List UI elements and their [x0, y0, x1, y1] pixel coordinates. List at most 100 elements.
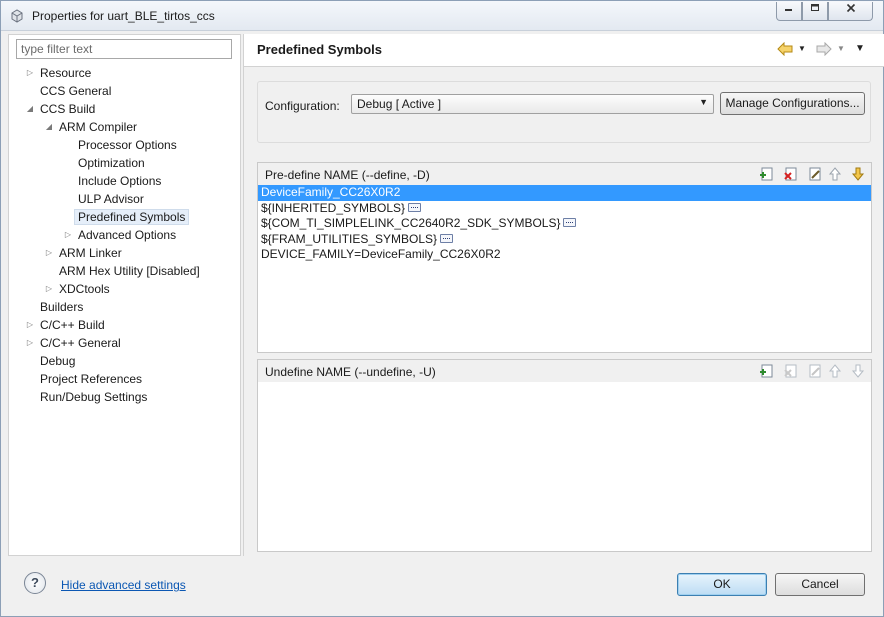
maximize-icon: [811, 4, 819, 11]
more-icon[interactable]: [563, 218, 577, 228]
add-icon[interactable]: [759, 166, 775, 182]
more-icon[interactable]: [440, 233, 454, 243]
tree-item-label: CCS General: [40, 84, 112, 98]
tree-item-arm-linker[interactable]: ▷ ARM Linker: [44, 244, 125, 262]
tree-item-predefined-symbols[interactable]: Predefined Symbols: [63, 208, 190, 226]
back-history-dropdown-icon[interactable]: ▼: [798, 44, 806, 53]
tree-item-optimization[interactable]: Optimization: [63, 154, 148, 172]
page-header: Predefined Symbols ▼ ▼ ▼: [244, 34, 884, 67]
tree-item-arm-hex-utility[interactable]: ARM Hex Utility [Disabled]: [44, 262, 203, 280]
configuration-select[interactable]: Debug [ Active ] ▼: [351, 94, 714, 114]
collapse-arrow-icon[interactable]: ◢: [25, 100, 35, 118]
tree-item-label: Resource: [40, 66, 92, 80]
navigation-pane: ▷ Resource CCS General ◢ CCS Build ◢ ARM…: [8, 34, 241, 556]
tree-item-advanced-options[interactable]: ▷ Advanced Options: [63, 226, 179, 244]
more-icon[interactable]: [408, 202, 422, 212]
undefine-title: Undefine NAME (--undefine, -U): [265, 365, 436, 379]
tree-item-label: Run/Debug Settings: [40, 390, 148, 404]
ok-button[interactable]: OK: [677, 573, 767, 596]
symbol-text: ${FRAM_UTILITIES_SYMBOLS}: [261, 231, 438, 246]
manage-configurations-button[interactable]: Manage Configurations...: [720, 92, 865, 115]
maximize-button[interactable]: [802, 2, 828, 21]
tree-item-processor-options[interactable]: Processor Options: [63, 136, 180, 154]
expand-arrow-icon[interactable]: ▷: [44, 244, 54, 262]
forward-arrow-icon[interactable]: [816, 42, 832, 56]
symbol-text: ${COM_TI_SIMPLELINK_CC2640R2_SDK_SYMBOLS…: [261, 216, 561, 230]
list-item[interactable]: ${FRAM_UTILITIES_SYMBOLS}: [258, 232, 871, 248]
predefine-list: DeviceFamily_CC26X0R2 ${INHERITED_SYMBOL…: [258, 185, 871, 263]
tree-item-label: C/C++ General: [40, 336, 121, 350]
tree-item-label: Processor Options: [78, 138, 177, 152]
tree-item-label: CCS Build: [40, 102, 96, 116]
delete-icon[interactable]: [783, 363, 799, 379]
expand-arrow-icon[interactable]: ▷: [25, 64, 35, 82]
configuration-value: Debug [ Active ]: [357, 97, 442, 111]
window-title: Properties for uart_BLE_tirtos_ccs: [32, 9, 215, 23]
move-up-icon[interactable]: [827, 363, 843, 379]
filter-input[interactable]: [16, 39, 232, 59]
eclipse-app-icon: [11, 9, 23, 23]
edit-icon[interactable]: [807, 166, 823, 182]
expand-arrow-icon[interactable]: ▷: [44, 280, 54, 298]
edit-icon[interactable]: [807, 363, 823, 379]
add-icon[interactable]: [759, 363, 775, 379]
minimize-button[interactable]: [776, 2, 802, 21]
tree-item-label: ARM Linker: [59, 246, 122, 260]
tree-item-label: Project References: [40, 372, 143, 386]
forward-history-dropdown-icon[interactable]: ▼: [837, 44, 845, 53]
view-menu-icon[interactable]: ▼: [855, 43, 865, 54]
tree-item-label: ULP Advisor: [78, 192, 144, 206]
tree-item-project-references[interactable]: Project References: [25, 370, 145, 388]
tree-item-label: Builders: [40, 300, 84, 314]
tree-item-ulp-advisor[interactable]: ULP Advisor: [63, 190, 147, 208]
tree-item-label: Include Options: [78, 174, 162, 188]
list-item[interactable]: ${COM_TI_SIMPLELINK_CC2640R2_SDK_SYMBOLS…: [258, 216, 871, 232]
undefine-header: Undefine NAME (--undefine, -U): [258, 360, 871, 382]
undefine-section: Undefine NAME (--undefine, -U): [257, 359, 872, 552]
move-up-icon[interactable]: [827, 166, 843, 182]
predefine-title: Pre-define NAME (--define, -D): [265, 168, 430, 182]
tree-item-builders[interactable]: Builders: [25, 298, 86, 316]
list-item[interactable]: DEVICE_FAMILY=DeviceFamily_CC26X0R2: [258, 247, 871, 263]
tree-item-xdctools[interactable]: ▷ XDCtools: [44, 280, 113, 298]
symbol-text: ${INHERITED_SYMBOLS}: [261, 200, 406, 215]
move-down-icon[interactable]: [850, 166, 866, 182]
tree-item-label: C/C++ Build: [40, 318, 105, 332]
minimize-icon: [785, 9, 792, 11]
tree-item-resource[interactable]: ▷ Resource: [25, 64, 94, 82]
tree-item-label: Predefined Symbols: [74, 209, 190, 225]
delete-icon[interactable]: [783, 166, 799, 182]
back-arrow-icon[interactable]: [777, 42, 793, 56]
symbol-text: DEVICE_FAMILY=DeviceFamily_CC26X0R2: [261, 247, 501, 261]
list-item[interactable]: DeviceFamily_CC26X0R2: [258, 185, 871, 201]
help-icon[interactable]: ?: [24, 572, 46, 594]
tree-item-label: Debug: [40, 354, 76, 368]
tree-item-run-debug-settings[interactable]: Run/Debug Settings: [25, 388, 150, 406]
tree-item-label: Optimization: [78, 156, 145, 170]
tree-item-ccs-general[interactable]: CCS General: [25, 82, 114, 100]
predefine-header: Pre-define NAME (--define, -D): [258, 163, 871, 185]
tree-item-arm-compiler[interactable]: ◢ ARM Compiler: [44, 118, 140, 136]
move-down-icon[interactable]: [850, 363, 866, 379]
tree-item-cpp-general[interactable]: ▷ C/C++ General: [25, 334, 124, 352]
expand-arrow-icon[interactable]: ▷: [25, 316, 35, 334]
configuration-label: Configuration:: [265, 99, 340, 113]
expand-arrow-icon[interactable]: ▷: [63, 226, 73, 244]
expand-arrow-icon[interactable]: ▷: [25, 334, 35, 352]
chevron-down-icon: ▼: [699, 97, 708, 107]
property-page: Predefined Symbols ▼ ▼ ▼ Configuration: …: [243, 34, 884, 556]
list-item[interactable]: ${INHERITED_SYMBOLS}: [258, 201, 871, 217]
tree-item-label: XDCtools: [59, 282, 110, 296]
cancel-button[interactable]: Cancel: [775, 573, 865, 596]
close-button[interactable]: [828, 2, 873, 21]
tree-item-debug[interactable]: Debug: [25, 352, 78, 370]
tree-item-label: Advanced Options: [78, 228, 177, 242]
hide-advanced-settings-link[interactable]: Hide advanced settings: [61, 578, 186, 592]
symbol-text: DeviceFamily_CC26X0R2: [261, 185, 401, 199]
collapse-arrow-icon[interactable]: ◢: [44, 118, 54, 136]
tree-item-ccs-build[interactable]: ◢ CCS Build: [25, 100, 98, 118]
tree-item-cpp-build[interactable]: ▷ C/C++ Build: [25, 316, 108, 334]
tree-item-label: ARM Hex Utility [Disabled]: [59, 264, 200, 278]
tree-item-label: ARM Compiler: [59, 120, 138, 134]
tree-item-include-options[interactable]: Include Options: [63, 172, 164, 190]
